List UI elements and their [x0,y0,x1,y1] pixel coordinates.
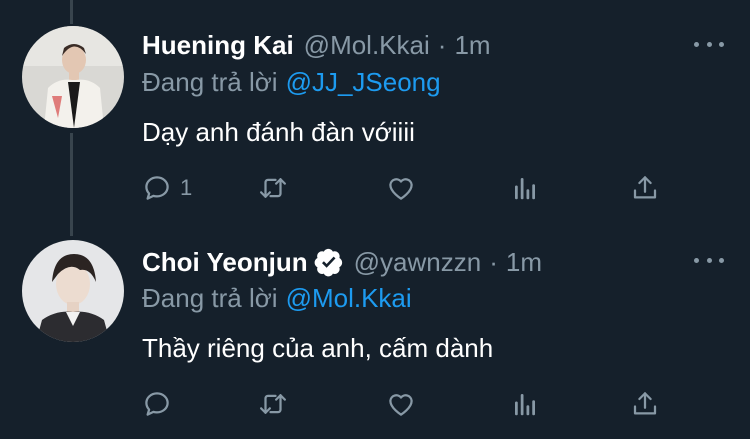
separator-dot: · [437,30,447,60]
verified-badge-icon [314,247,344,277]
retweet-button[interactable] [258,384,288,424]
replying-to: Đang trả lời @JJ_JSeong [142,66,441,98]
retweet-button[interactable] [258,168,288,208]
analytics-button[interactable] [510,168,540,208]
mention-link[interactable]: @Mol.Kkai [286,283,412,313]
tweet[interactable]: Huening Kai @Mol.Kkai · 1m Đang trả lời @… [0,0,750,220]
tweet-text: Dạy anh đánh đàn vớiiii [142,117,415,147]
timestamp[interactable]: 1m [454,29,490,61]
retweet-icon [260,178,286,198]
like-icon [389,178,413,200]
more-icon[interactable] [694,34,724,54]
share-icon [633,392,657,415]
display-name[interactable]: Choi Yeonjun [142,246,308,278]
reply-count: 1 [180,175,193,200]
replying-prefix: Đang trả lời [142,283,278,313]
user-handle[interactable]: @yawnzzn [354,246,482,278]
user-handle[interactable]: @Mol.Kkai [304,29,430,61]
analytics-icon [515,394,535,416]
avatar[interactable] [22,240,124,342]
more-icon[interactable] [694,250,724,270]
tweet-header: Choi Yeonjun @yawnzzn · 1m [142,246,542,278]
like-button[interactable] [386,168,416,208]
action-bar: 1 [0,168,750,208]
like-icon [389,394,413,416]
avatar[interactable] [22,26,124,128]
share-icon [633,176,657,199]
reply-button[interactable]: 1 [142,168,192,208]
action-bar [0,384,750,424]
retweet-icon [260,394,286,414]
analytics-icon [515,178,535,200]
reply-button[interactable] [142,384,180,424]
separator-dot: · [489,247,498,277]
share-button[interactable] [630,168,660,208]
display-name[interactable]: Huening Kai [142,29,294,61]
reply-icon [145,392,169,416]
tweet-text: Thầy riêng của anh, cấm dành [142,333,494,363]
tweet[interactable]: Choi Yeonjun @yawnzzn · 1m Đang trả lời @… [0,232,750,439]
share-button[interactable] [630,384,660,424]
mention-link[interactable]: @JJ_JSeong [286,67,441,97]
replying-prefix: Đang trả lời [142,67,278,97]
analytics-button[interactable] [510,384,540,424]
tweet-header: Huening Kai @Mol.Kkai · 1m [142,29,491,61]
reply-icon [145,176,169,200]
like-button[interactable] [386,384,416,424]
replying-to: Đang trả lời @Mol.Kkai [142,282,412,314]
timestamp[interactable]: 1m [506,246,542,278]
